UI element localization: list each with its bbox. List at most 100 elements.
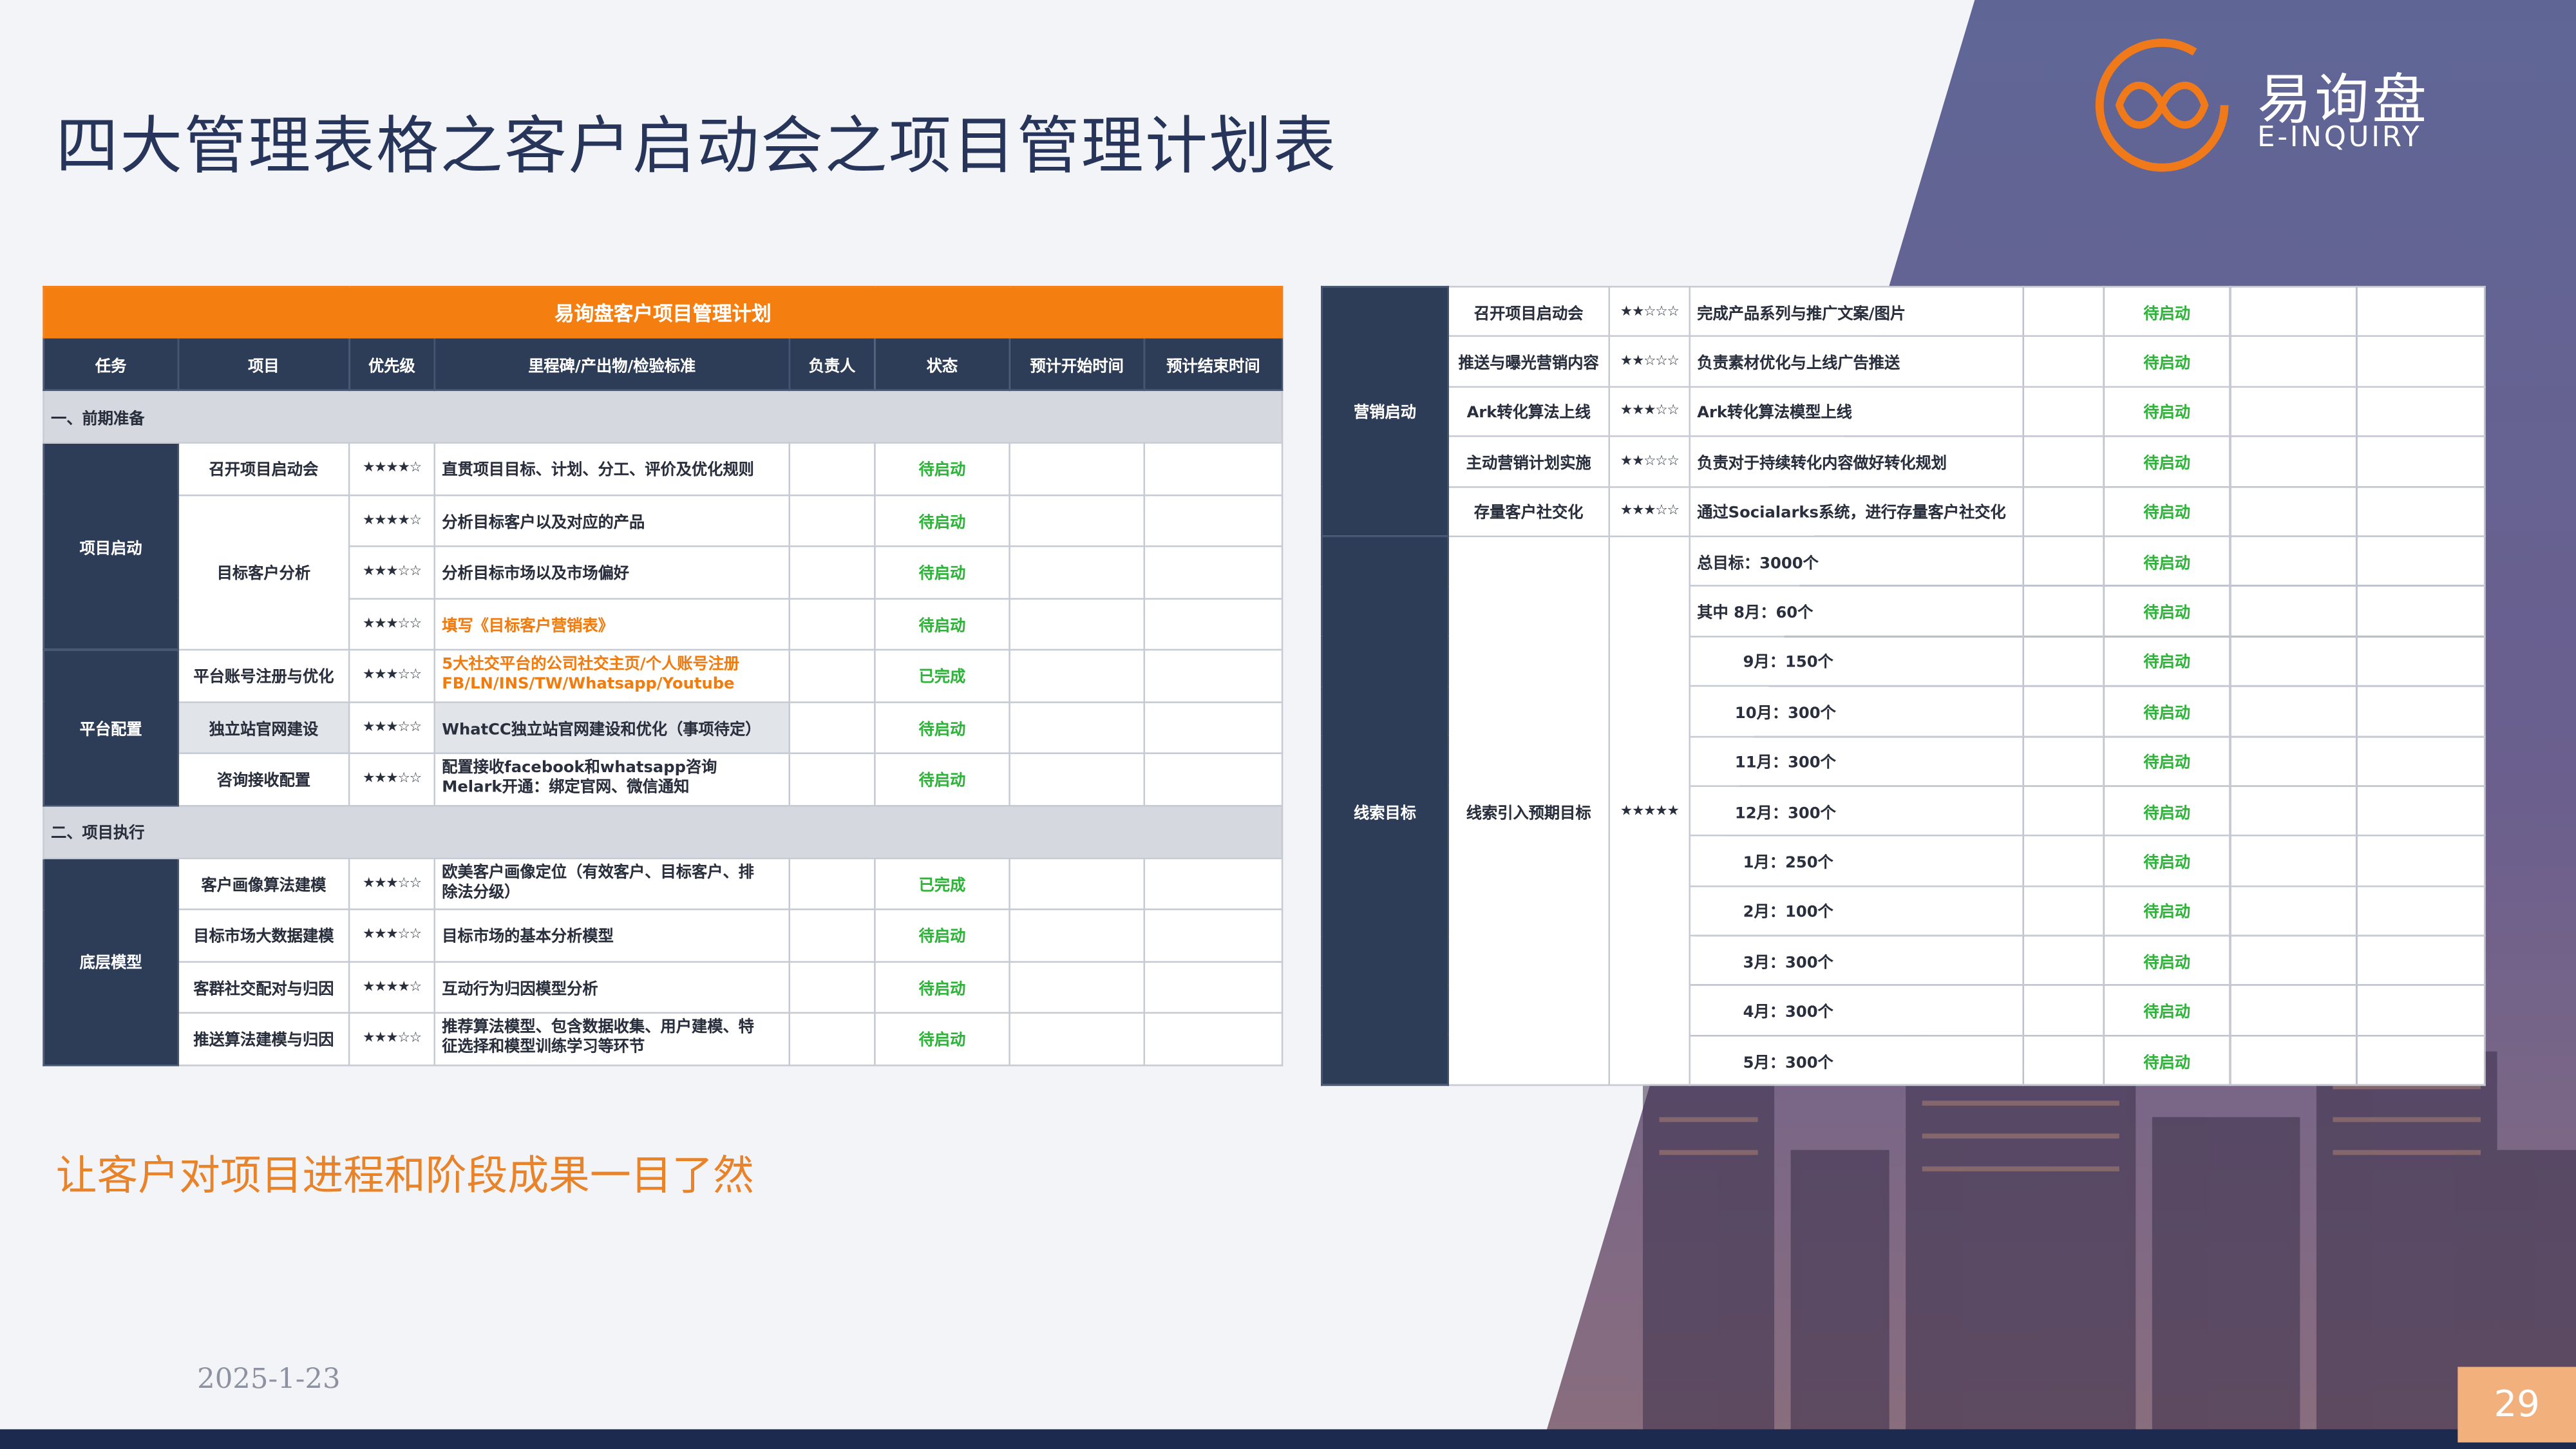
table-row: 目标客户分析 ★★★★☆ 分析目标客户以及对应的产品 待启动 — [44, 493, 1283, 651]
priority-stars: ★★☆☆☆ — [1608, 285, 1690, 337]
start-cell — [2229, 485, 2358, 538]
owner-cell — [2022, 835, 2105, 887]
milestone-line: 配置接收facebook和whatsapp咨询 — [442, 759, 717, 778]
milestone-cell: 配置接收facebook和whatsapp咨询 Melark开通：绑定官网、微信通… — [433, 752, 791, 806]
priority-stars: ★★★☆☆ — [348, 701, 436, 754]
milestone-cell: 5大社交平台的公司社交主页/个人账号注册 FB/LN/INS/TW/Whatsap… — [433, 649, 791, 703]
start-cell — [2229, 885, 2358, 937]
start-cell — [1009, 1012, 1146, 1066]
col-header-item: 项目 — [177, 336, 350, 392]
milestone-cell: 4月：300个 — [1689, 985, 2024, 1037]
table-row: 主动营销计划实施 ★★☆☆☆ 负责对于持续转化内容做好转化规划 待启动 — [1321, 435, 2486, 488]
table-row: 目标市场大数据建模 ★★★☆☆ 目标市场的基本分析模型 待启动 — [44, 908, 1283, 962]
priority-stars: ★★★☆☆ — [348, 1012, 436, 1066]
end-cell — [1143, 545, 1283, 599]
milestone-cell: 分析目标市场以及市场偏好 — [433, 545, 791, 599]
end-cell — [1143, 442, 1283, 496]
owner-cell — [2022, 635, 2105, 687]
milestone-cell: 1月：250个 — [1689, 835, 2024, 887]
start-cell — [2229, 285, 2358, 337]
table-row: Ark转化算法上线 ★★★☆☆ Ark转化算法模型上线 待启动 — [1321, 385, 2486, 438]
priority-stars: ★★★☆☆ — [1608, 385, 1690, 438]
start-cell — [2229, 336, 2358, 388]
item-cell: 客群社交配对与归因 — [177, 960, 350, 1014]
owner-cell — [788, 493, 876, 547]
status-badge: 待启动 — [874, 1012, 1010, 1066]
item-cell: 目标客户分析 — [177, 493, 350, 651]
table-row: 线索目标 线索引入预期目标 ★★★★★ 总目标：3000个 待启动 — [1321, 535, 2486, 1086]
end-cell — [2356, 1034, 2486, 1086]
col-header-start: 预计开始时间 — [1009, 336, 1146, 392]
end-cell — [1143, 960, 1283, 1014]
col-header-task: 任务 — [43, 336, 180, 392]
priority-stars: ★★☆☆☆ — [1608, 435, 1690, 488]
status-badge: 待启动 — [2103, 635, 2231, 687]
milestone-cell: 直贯项目目标、计划、分工、评价及优化规则 — [433, 442, 791, 496]
milestone-cell: 互动行为归因模型分析 — [433, 960, 791, 1014]
page-title: 四大管理表格之客户启动会之项目管理计划表 — [55, 109, 1338, 183]
owner-cell — [788, 545, 876, 599]
item-cell: Ark转化算法上线 — [1447, 385, 1610, 438]
page-number: 29 — [2458, 1367, 2576, 1443]
milestone-cell: 5月：300个 — [1689, 1034, 2024, 1086]
col-header-owner: 负责人 — [788, 336, 876, 392]
milestone-cell: 2月：100个 — [1689, 885, 2024, 937]
status-badge: 待启动 — [2103, 336, 2231, 388]
owner-cell — [788, 752, 876, 806]
item-cell: 推送与曝光营销内容 — [1447, 336, 1610, 388]
status-badge: 待启动 — [874, 597, 1010, 651]
footer-bar — [0, 1429, 2576, 1449]
table-caption: 易询盘客户项目管理计划 — [43, 285, 1283, 339]
status-badge: 待启动 — [2103, 685, 2231, 737]
owner-cell — [2022, 585, 2105, 638]
status-badge: 待启动 — [2103, 835, 2231, 887]
owner-cell — [788, 649, 876, 703]
owner-cell — [788, 597, 876, 651]
start-cell — [1009, 857, 1146, 911]
status-badge: 待启动 — [2103, 385, 2231, 438]
item-cell: 推送算法建模与归因 — [177, 1012, 350, 1066]
table-row: 平台配置 平台账号注册与优化 ★★★☆☆ 5大社交平台的公司社交主页/个人账号注… — [43, 649, 1283, 806]
end-cell — [2356, 336, 2486, 388]
start-cell — [1009, 545, 1146, 599]
end-cell — [2356, 934, 2486, 987]
status-badge: 待启动 — [2103, 735, 2231, 787]
status-badge: 待启动 — [2103, 485, 2231, 538]
milestone-cell: 3月：300个 — [1689, 934, 2024, 987]
end-cell — [1143, 649, 1283, 703]
start-cell — [2229, 535, 2358, 587]
table-row: 推送算法建模与归因 ★★★☆☆ 推荐算法模型、包含数据收集、用户建模、特 征选择和… — [44, 1012, 1283, 1066]
milestone-cell: 通过Socialarks系统，进行存量客户社交化 — [1689, 485, 2024, 538]
end-cell — [2356, 585, 2486, 638]
start-cell — [2229, 835, 2358, 887]
milestone-cell: 负责对于持续转化内容做好转化规划 — [1689, 435, 2024, 488]
start-cell — [1009, 493, 1146, 547]
milestone-cell: 11月：300个 — [1689, 735, 2024, 787]
start-cell — [2229, 435, 2358, 488]
end-cell — [1143, 908, 1283, 962]
start-cell — [1009, 960, 1146, 1014]
start-cell — [2229, 735, 2358, 787]
start-cell — [1009, 649, 1146, 703]
table-row: 客群社交配对与归因 ★★★★☆ 互动行为归因模型分析 待启动 — [44, 960, 1283, 1014]
item-cell: 客户画像算法建模 — [177, 857, 350, 911]
col-header-status: 状态 — [874, 336, 1010, 392]
table-row: 独立站官网建设 ★★★☆☆ WhatCC独立站官网建设和优化（事项待定） 待启动 — [44, 701, 1283, 754]
status-badge: 待启动 — [2103, 585, 2231, 638]
status-badge: 待启动 — [874, 545, 1010, 599]
status-badge: 待启动 — [874, 752, 1010, 806]
milestone-cell: 负责素材优化与上线广告推送 — [1689, 336, 2024, 388]
owner-cell — [788, 442, 876, 496]
milestone-line: 5大社交平台的公司社交主页/个人账号注册 — [442, 656, 740, 674]
project-plan-table: 易询盘客户项目管理计划 任务 项目 优先级 里程碑/产出物/检验标准 负责人 状… — [43, 285, 1283, 1066]
status-badge: 待启动 — [2103, 535, 2231, 587]
priority-stars: ★★☆☆☆ — [1608, 336, 1690, 388]
item-cell: 独立站官网建设 — [177, 701, 350, 754]
milestone-cell: 10月：300个 — [1689, 685, 2024, 737]
owner-cell — [788, 908, 876, 962]
start-cell — [2229, 635, 2358, 687]
priority-stars: ★★★☆☆ — [1608, 485, 1690, 538]
item-cell: 线索引入预期目标 — [1447, 535, 1610, 1086]
company-logo: 易询盘 E-INQUIRY — [2093, 33, 2454, 181]
start-cell — [1009, 908, 1146, 962]
